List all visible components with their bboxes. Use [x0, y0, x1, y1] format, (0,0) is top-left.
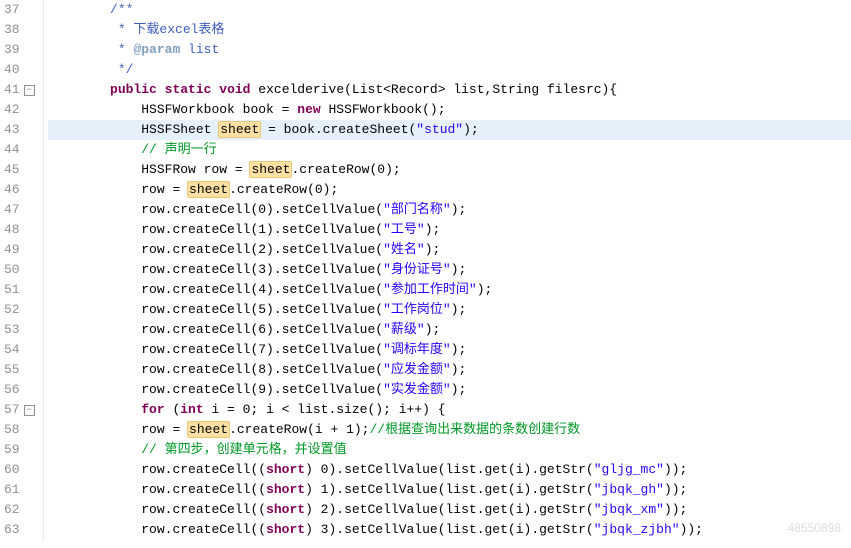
line-number[interactable]: 49	[4, 240, 35, 260]
code-line[interactable]: row.createCell((short) 1).setCellValue(l…	[48, 480, 851, 500]
code-line[interactable]: row.createCell(3).setCellValue("身份证号");	[48, 260, 851, 280]
code-line[interactable]: row.createCell(4).setCellValue("参加工作时间")…	[48, 280, 851, 300]
code-line[interactable]: row.createCell(5).setCellValue("工作岗位");	[48, 300, 851, 320]
line-number[interactable]: 56	[4, 380, 35, 400]
code-editor[interactable]: /** * 下载excel表格 * @param list */ public …	[44, 0, 851, 540]
line-number[interactable]: 54	[4, 340, 35, 360]
occurrence-highlight: sheet	[249, 161, 292, 178]
code-line[interactable]: row.createCell(8).setCellValue("应发金额");	[48, 360, 851, 380]
line-number[interactable]: 51	[4, 280, 35, 300]
code-line[interactable]: row.createCell(7).setCellValue("调标年度");	[48, 340, 851, 360]
line-number[interactable]: 48	[4, 220, 35, 240]
code-line[interactable]: // 第四步，创建单元格，并设置值	[48, 440, 851, 460]
code-line[interactable]: HSSFSheet sheet = book.createSheet("stud…	[48, 120, 851, 140]
fold-minus-icon[interactable]: −	[24, 405, 35, 416]
code-line[interactable]: row.createCell(0).setCellValue("部门名称");	[48, 200, 851, 220]
line-number[interactable]: 55	[4, 360, 35, 380]
code-line[interactable]: row.createCell((short) 0).setCellValue(l…	[48, 460, 851, 480]
code-line[interactable]: row = sheet.createRow(0);	[48, 180, 851, 200]
code-line[interactable]: for (int i = 0; i < list.size(); i++) {	[48, 400, 851, 420]
line-number[interactable]: 62	[4, 500, 35, 520]
code-line[interactable]: row.createCell((short) 2).setCellValue(l…	[48, 500, 851, 520]
code-line[interactable]: // 声明一行	[48, 140, 851, 160]
line-number[interactable]: 41−	[4, 80, 35, 100]
line-number-gutter: 3738394041−42434445464748495051525354555…	[0, 0, 44, 540]
line-number[interactable]: 40	[4, 60, 35, 80]
code-line[interactable]: HSSFWorkbook book = new HSSFWorkbook();	[48, 100, 851, 120]
line-number[interactable]: 58	[4, 420, 35, 440]
code-line[interactable]: * @param list	[48, 40, 851, 60]
line-number[interactable]: 52	[4, 300, 35, 320]
line-number[interactable]: 44	[4, 140, 35, 160]
code-line[interactable]: row = sheet.createRow(i + 1);//根据查询出来数据的…	[48, 420, 851, 440]
line-number[interactable]: 59	[4, 440, 35, 460]
line-number[interactable]: 57−	[4, 400, 35, 420]
line-number[interactable]: 47	[4, 200, 35, 220]
line-number[interactable]: 37	[4, 0, 35, 20]
line-number[interactable]: 42	[4, 100, 35, 120]
code-line[interactable]: public static void excelderive(List<Reco…	[48, 80, 851, 100]
occurrence-highlight: sheet	[187, 421, 230, 438]
fold-minus-icon[interactable]: −	[24, 85, 35, 96]
code-line[interactable]: /**	[48, 0, 851, 20]
line-number[interactable]: 39	[4, 40, 35, 60]
line-number[interactable]: 43	[4, 120, 35, 140]
code-line[interactable]: HSSFRow row = sheet.createRow(0);	[48, 160, 851, 180]
code-line[interactable]: * 下载excel表格	[48, 20, 851, 40]
line-number[interactable]: 61	[4, 480, 35, 500]
occurrence-highlight: sheet	[218, 121, 261, 138]
line-number[interactable]: 50	[4, 260, 35, 280]
line-number[interactable]: 46	[4, 180, 35, 200]
line-number[interactable]: 38	[4, 20, 35, 40]
line-number[interactable]: 45	[4, 160, 35, 180]
line-number[interactable]: 63	[4, 520, 35, 540]
code-line[interactable]: row.createCell(2).setCellValue("姓名");	[48, 240, 851, 260]
line-number[interactable]: 53	[4, 320, 35, 340]
line-number[interactable]: 60	[4, 460, 35, 480]
code-line[interactable]: */	[48, 60, 851, 80]
occurrence-highlight: sheet	[187, 181, 230, 198]
code-line[interactable]: row.createCell(6).setCellValue("薪级");	[48, 320, 851, 340]
code-line[interactable]: row.createCell((short) 3).setCellValue(l…	[48, 520, 851, 540]
watermark: 48550898	[788, 518, 841, 538]
code-line[interactable]: row.createCell(1).setCellValue("工号");	[48, 220, 851, 240]
code-line[interactable]: row.createCell(9).setCellValue("实发金额");	[48, 380, 851, 400]
